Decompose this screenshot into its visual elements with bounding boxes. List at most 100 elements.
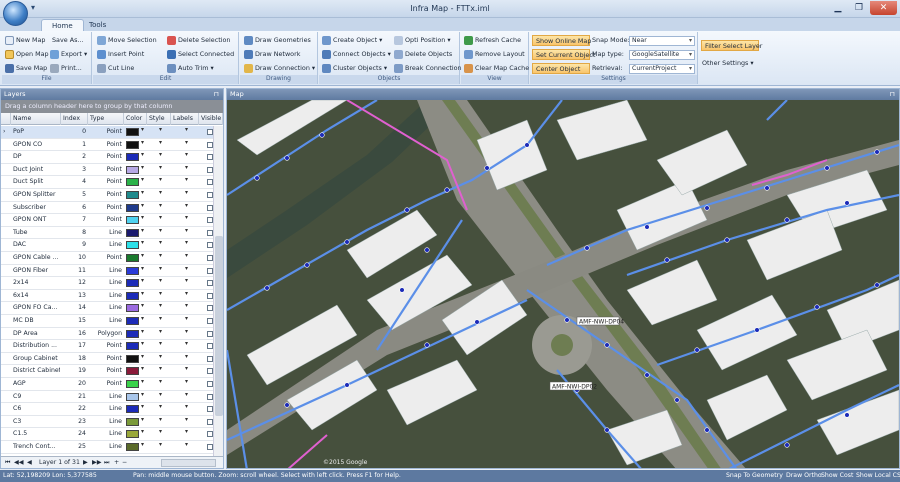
clear-map-cache-button[interactable]: Clear Map Cache	[464, 63, 529, 74]
layer-row[interactable]: C6 22 Line ▾ ▾ ▾	[1, 403, 213, 416]
layer-row[interactable]: Trench Cont... 25 Line ▾ ▾ ▾	[1, 441, 213, 454]
column-header-name[interactable]: Name	[11, 113, 61, 125]
next-record-icon[interactable]: ▶	[83, 457, 88, 469]
layer-row[interactable]: GPON CO 1 Point ▾ ▾ ▾	[1, 139, 213, 152]
layer-color-swatch[interactable]	[126, 430, 139, 439]
style-dropdown-icon[interactable]: ▾	[159, 214, 162, 221]
color-dropdown-icon[interactable]: ▾	[141, 202, 144, 209]
layer-row[interactable]: Subscriber 6 Point ▾ ▾ ▾	[1, 202, 213, 215]
layer-row[interactable]: › PoP 0 Point ▾ ▾ ▾	[1, 126, 213, 139]
layer-row[interactable]: C1.5 24 Line ▾ ▾ ▾	[1, 428, 213, 441]
labels-dropdown-icon[interactable]: ▾	[185, 277, 188, 284]
labels-dropdown-icon[interactable]: ▾	[185, 252, 188, 259]
layer-row[interactable]: GPON ONT 7 Point ▾ ▾ ▾	[1, 214, 213, 227]
select-connected-button[interactable]: Select Connected	[167, 49, 234, 60]
layer-row[interactable]: Group Cabinet 18 Point ▾ ▾ ▾	[1, 353, 213, 366]
color-dropdown-icon[interactable]: ▾	[141, 239, 144, 246]
map-panel[interactable]: Map ⊓ AMF-NWI-DP04 AMF-NWI-DP02 ©2015 Go…	[226, 88, 900, 469]
retrieval-select[interactable]: CurrentProject	[629, 64, 695, 74]
color-dropdown-icon[interactable]: ▾	[141, 340, 144, 347]
labels-dropdown-icon[interactable]: ▾	[185, 340, 188, 347]
style-dropdown-icon[interactable]: ▾	[159, 189, 162, 196]
layer-row[interactable]: DP Area 16 Polygon ▾ ▾ ▾	[1, 328, 213, 341]
color-dropdown-icon[interactable]: ▾	[141, 139, 144, 146]
layer-color-swatch[interactable]	[126, 254, 139, 262]
column-header-visible[interactable]: Visible	[199, 113, 223, 125]
labels-dropdown-icon[interactable]: ▾	[185, 139, 188, 146]
labels-dropdown-icon[interactable]: ▾	[185, 416, 188, 423]
layer-color-swatch[interactable]	[126, 367, 139, 376]
labels-dropdown-icon[interactable]: ▾	[185, 189, 188, 196]
color-dropdown-icon[interactable]: ▾	[141, 353, 144, 360]
delete-objects-button[interactable]: Delete Objects	[394, 49, 452, 60]
color-dropdown-icon[interactable]: ▾	[141, 126, 144, 133]
labels-dropdown-icon[interactable]: ▾	[185, 290, 188, 297]
labels-dropdown-icon[interactable]: ▾	[185, 176, 188, 183]
last-record-icon[interactable]: ⏭	[104, 457, 110, 469]
labels-dropdown-icon[interactable]: ▾	[185, 302, 188, 309]
layer-row[interactable]: District Cabinet 19 Point ▾ ▾ ▾	[1, 365, 213, 378]
style-dropdown-icon[interactable]: ▾	[159, 239, 162, 246]
pin-icon[interactable]: ⊓	[214, 89, 219, 100]
color-dropdown-icon[interactable]: ▾	[141, 252, 144, 259]
show-local-cs-toggle[interactable]: Show Local CS	[856, 470, 900, 482]
color-dropdown-icon[interactable]: ▾	[141, 189, 144, 196]
labels-dropdown-icon[interactable]: ▾	[185, 239, 188, 246]
labels-dropdown-icon[interactable]: ▾	[185, 214, 188, 221]
labels-dropdown-icon[interactable]: ▾	[185, 202, 188, 209]
style-dropdown-icon[interactable]: ▾	[159, 340, 162, 347]
map-type-select[interactable]: GoogleSatellite	[629, 50, 695, 60]
color-dropdown-icon[interactable]: ▾	[141, 290, 144, 297]
color-dropdown-icon[interactable]: ▾	[141, 151, 144, 158]
draw-network-button[interactable]: Draw Network	[244, 49, 300, 60]
layer-row[interactable]: MC DB 15 Line ▾ ▾ ▾	[1, 315, 213, 328]
layer-row[interactable]: 2x14 12 Line ▾ ▾ ▾	[1, 277, 213, 290]
new-map-button[interactable]: New Map	[5, 35, 45, 46]
layer-color-swatch[interactable]	[126, 443, 139, 451]
labels-dropdown-icon[interactable]: ▾	[185, 391, 188, 398]
map-canvas[interactable]: AMF-NWI-DP04 AMF-NWI-DP02 ©2015 Google	[227, 100, 899, 469]
layer-row[interactable]: DAC 9 Line ▾ ▾ ▾	[1, 239, 213, 252]
layers-vertical-scrollbar[interactable]	[213, 126, 223, 456]
style-dropdown-icon[interactable]: ▾	[159, 290, 162, 297]
layer-color-swatch[interactable]	[126, 354, 139, 363]
column-header-labels[interactable]: Labels	[171, 113, 199, 125]
snap-mode-select[interactable]: Near	[629, 36, 695, 46]
layer-color-swatch[interactable]	[126, 279, 139, 288]
style-dropdown-icon[interactable]: ▾	[159, 265, 162, 272]
style-dropdown-icon[interactable]: ▾	[159, 277, 162, 284]
color-dropdown-icon[interactable]: ▾	[141, 227, 144, 234]
column-header-type[interactable]: Type	[88, 113, 124, 125]
layer-row[interactable]: GPON Cable ... 10 Point ▾ ▾ ▾	[1, 252, 213, 265]
layer-color-swatch[interactable]	[126, 128, 139, 136]
color-dropdown-icon[interactable]: ▾	[141, 428, 144, 435]
style-dropdown-icon[interactable]: ▾	[159, 328, 162, 335]
snap-to-geometry-toggle[interactable]: Snap To Geometry	[726, 470, 783, 482]
pin-icon[interactable]: ⊓	[890, 89, 895, 100]
style-dropdown-icon[interactable]: ▾	[159, 139, 162, 146]
labels-dropdown-icon[interactable]: ▾	[185, 428, 188, 435]
maximize-button[interactable]: ❐	[849, 1, 869, 15]
auto-trim-button[interactable]: Auto Trim ▾	[167, 63, 214, 74]
layer-color-swatch[interactable]	[126, 216, 139, 225]
labels-dropdown-icon[interactable]: ▾	[185, 265, 188, 272]
style-dropdown-icon[interactable]: ▾	[159, 441, 162, 448]
layer-color-swatch[interactable]	[126, 178, 139, 187]
style-dropdown-icon[interactable]: ▾	[159, 252, 162, 259]
other-settings-button[interactable]: Other Settings ▾	[702, 58, 754, 69]
layer-row[interactable]: Duct Joint 3 Point ▾ ▾ ▾	[1, 164, 213, 177]
cluster-objects-button[interactable]: Cluster Objects ▾	[322, 63, 387, 74]
layer-color-swatch[interactable]	[126, 405, 139, 414]
delete-selection-button[interactable]: Delete Selection	[167, 35, 230, 46]
color-dropdown-icon[interactable]: ▾	[141, 378, 144, 385]
labels-dropdown-icon[interactable]: ▾	[185, 164, 188, 171]
layer-color-swatch[interactable]	[126, 140, 139, 149]
layer-color-swatch[interactable]	[126, 165, 139, 174]
style-dropdown-icon[interactable]: ▾	[159, 151, 162, 158]
layer-color-swatch[interactable]	[126, 228, 139, 237]
style-dropdown-icon[interactable]: ▾	[159, 391, 162, 398]
layer-row[interactable]: GPON Splitter 5 Point ▾ ▾ ▾	[1, 189, 213, 202]
layer-color-swatch[interactable]	[126, 392, 139, 401]
center-object-toggle[interactable]: Center Object	[532, 63, 590, 74]
color-dropdown-icon[interactable]: ▾	[141, 277, 144, 284]
